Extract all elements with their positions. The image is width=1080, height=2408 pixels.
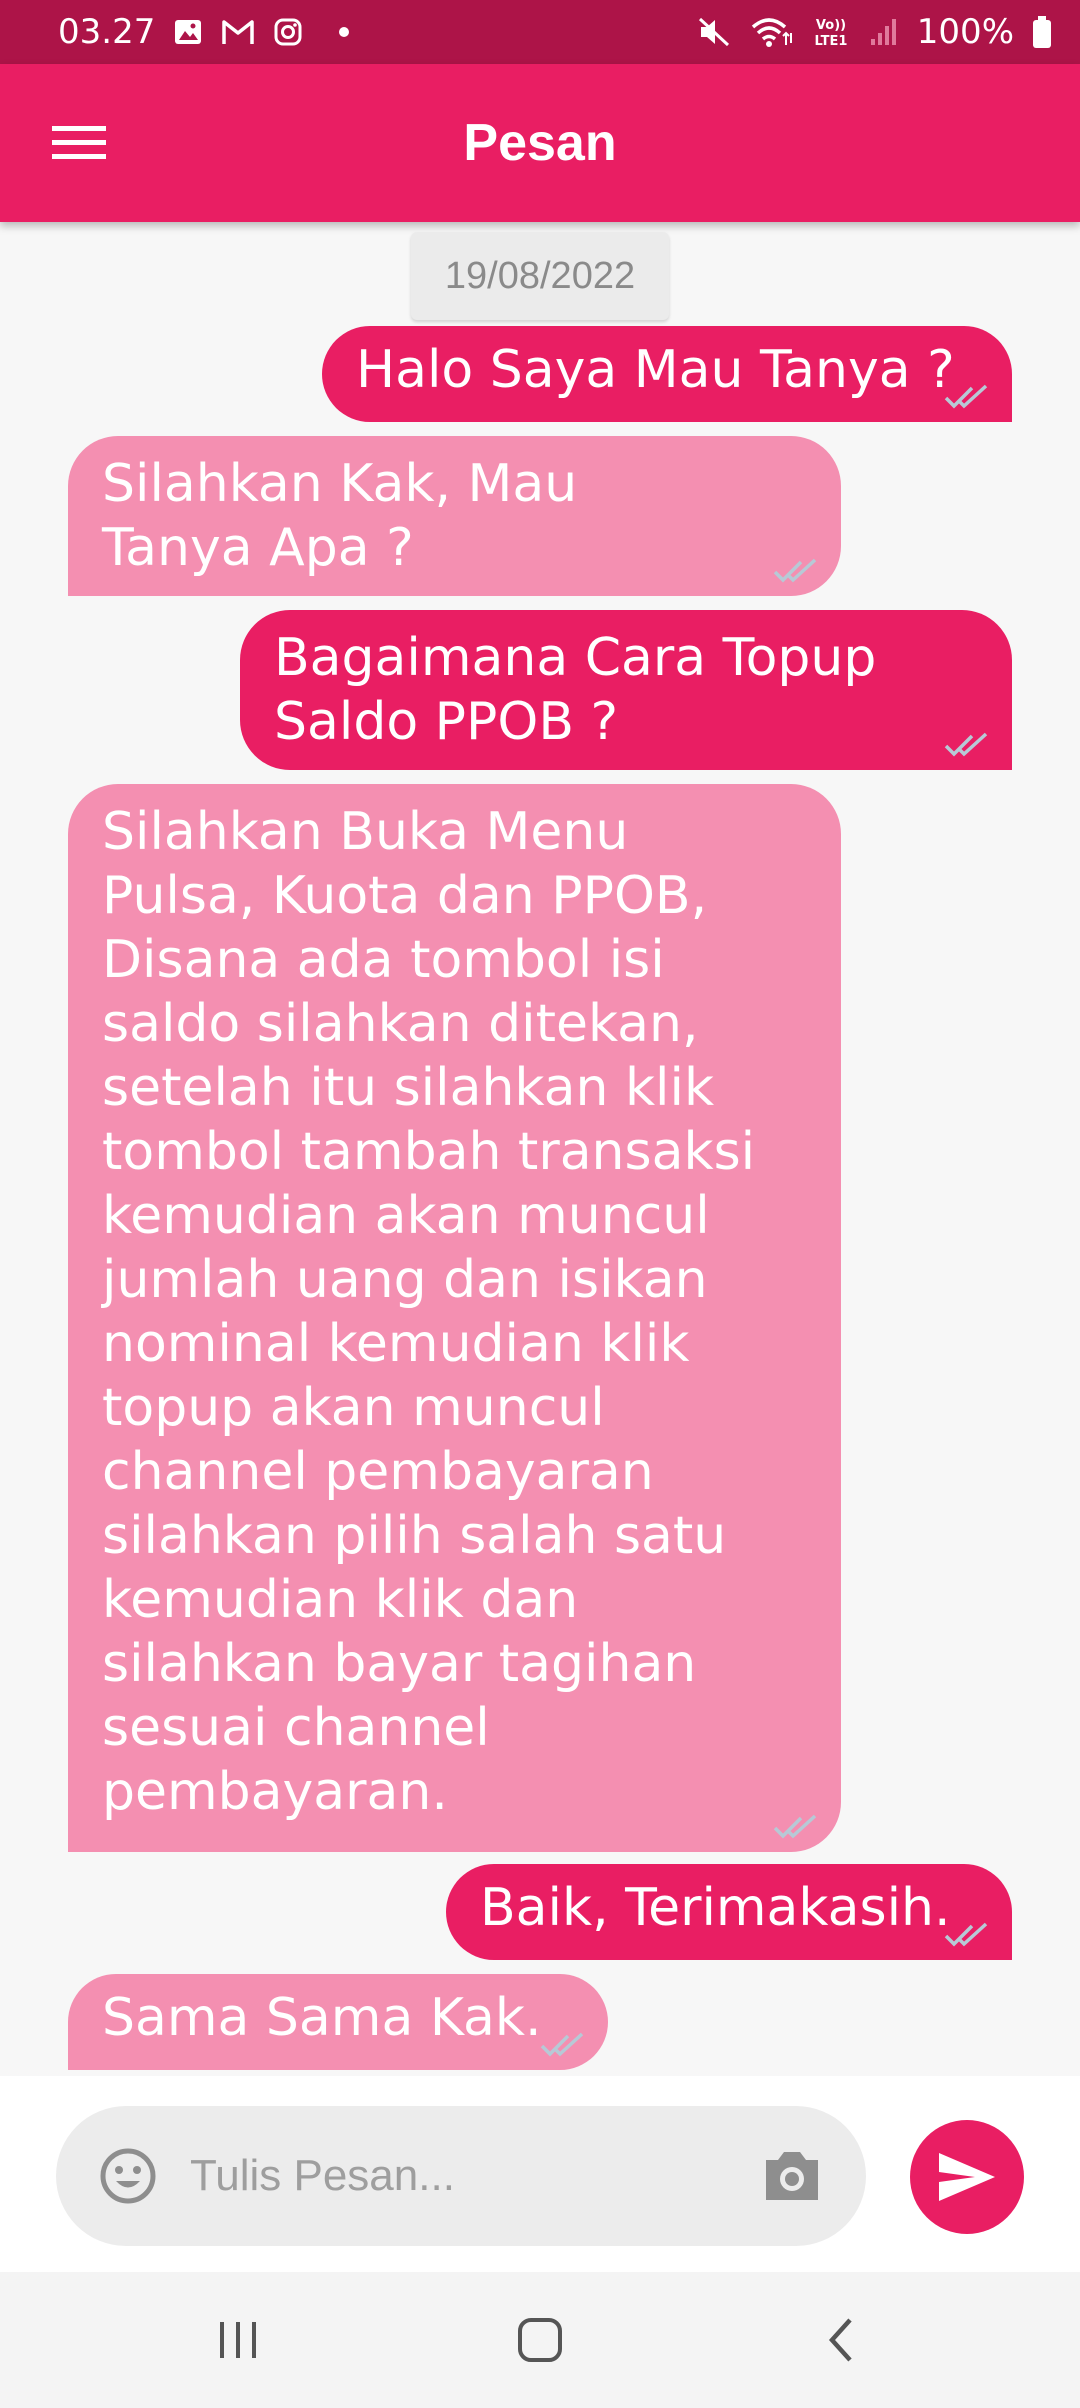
battery-percentage: 100% bbox=[916, 12, 1014, 52]
gallery-icon bbox=[173, 17, 203, 47]
camera-icon[interactable] bbox=[760, 2146, 824, 2206]
emoji-icon[interactable] bbox=[98, 2146, 158, 2206]
message-text: Baik, Terimakasih. bbox=[480, 1878, 951, 1938]
read-ticks-icon bbox=[773, 1814, 817, 1839]
message-outgoing[interactable]: Bagaimana Cara Topup Saldo PPOB ? bbox=[240, 610, 1012, 770]
page-title: Pesan bbox=[463, 114, 617, 172]
read-ticks-icon bbox=[944, 1922, 988, 1947]
read-ticks-icon bbox=[944, 384, 988, 409]
back-icon[interactable] bbox=[810, 2312, 874, 2368]
message-text: Bagaimana Cara Topup Saldo PPOB ? bbox=[274, 628, 877, 752]
send-icon bbox=[939, 2153, 995, 2201]
send-button[interactable] bbox=[910, 2120, 1024, 2234]
wifi-icon bbox=[749, 15, 793, 49]
read-ticks-icon bbox=[944, 732, 988, 757]
battery-icon bbox=[1032, 15, 1052, 49]
status-time: 03.27 bbox=[58, 12, 156, 52]
date-separator: 19/08/2022 bbox=[411, 232, 669, 320]
message-text: Sama Sama Kak. bbox=[102, 1988, 542, 2048]
read-ticks-icon bbox=[773, 558, 817, 583]
status-bar: 03.27 Vo)) LTE1 100% bbox=[0, 0, 1080, 64]
mute-icon bbox=[697, 16, 731, 48]
message-text: Silahkan Buka Menu Pulsa, Kuota dan PPOB… bbox=[102, 802, 756, 1822]
volte-icon: Vo)) LTE1 bbox=[811, 15, 851, 49]
system-nav-bar bbox=[0, 2272, 1080, 2408]
message-outgoing[interactable]: Baik, Terimakasih. bbox=[446, 1864, 1012, 1960]
composer-bar: Tulis Pesan... bbox=[0, 2076, 1080, 2272]
message-text: Silahkan Kak, Mau Tanya Apa ? bbox=[102, 454, 578, 578]
dot-icon bbox=[339, 27, 350, 37]
gmail-icon bbox=[221, 18, 255, 46]
input-placeholder: Tulis Pesan... bbox=[190, 2151, 455, 2200]
svg-text:LTE1: LTE1 bbox=[814, 34, 847, 49]
home-icon[interactable] bbox=[508, 2312, 572, 2368]
message-text: Halo Saya Mau Tanya ? bbox=[356, 340, 955, 400]
message-incoming[interactable]: Sama Sama Kak. bbox=[68, 1974, 608, 2070]
hamburger-icon[interactable] bbox=[44, 108, 114, 178]
signal-icon bbox=[869, 17, 899, 47]
chat-list[interactable]: 19/08/2022 Halo Saya Mau Tanya ? Silahka… bbox=[0, 222, 1080, 2076]
recents-icon[interactable] bbox=[206, 2312, 270, 2368]
instagram-icon bbox=[273, 17, 303, 47]
message-incoming[interactable]: Silahkan Buka Menu Pulsa, Kuota dan PPOB… bbox=[68, 784, 841, 1852]
app-bar: Pesan bbox=[0, 64, 1080, 222]
message-outgoing[interactable]: Halo Saya Mau Tanya ? bbox=[322, 326, 1012, 422]
read-ticks-icon bbox=[540, 2032, 584, 2057]
message-input[interactable]: Tulis Pesan... bbox=[56, 2106, 866, 2246]
svg-text:Vo)): Vo)) bbox=[816, 18, 846, 33]
message-incoming[interactable]: Silahkan Kak, Mau Tanya Apa ? bbox=[68, 436, 841, 596]
